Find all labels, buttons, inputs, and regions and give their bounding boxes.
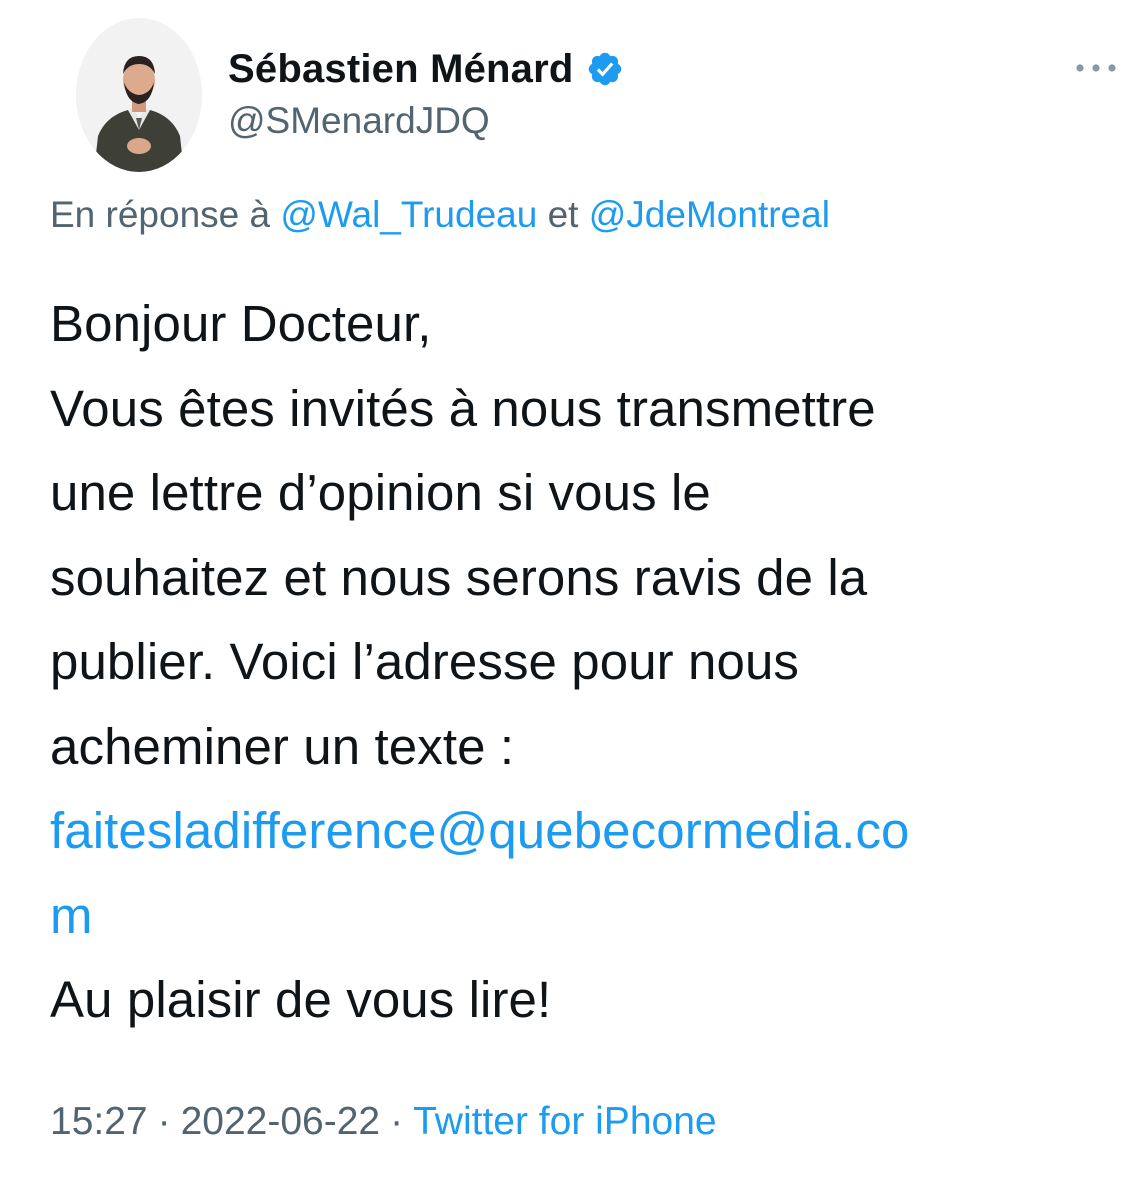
tweet-line: Vous êtes invités à nous transmettre [50,379,876,437]
mention-jdemontreal[interactable]: @JdeMontreal [589,194,830,235]
reply-prefix: En réponse à [50,194,271,235]
more-horizontal-icon[interactable] [1074,54,1118,82]
tweet-line: publier. Voici l’adresse pour nous [50,633,800,690]
reply-context: En réponse à @Wal_Trudeau et @JdeMontrea… [50,194,830,236]
author-handle[interactable]: @SMenardJDQ [228,100,624,142]
avatar[interactable] [76,18,202,172]
name-row: Sébastien Ménard [228,42,624,96]
tweet-time[interactable]: 15:27 [50,1100,148,1143]
verified-badge-icon [586,50,624,88]
tweet-text: Bonjour Docteur, Vous êtes invités à nou… [50,282,1130,1043]
reply-conjunction: et [547,194,579,235]
tweet-line: Bonjour Docteur, [50,295,432,352]
meta-separator: · [390,1100,404,1143]
tweet-date[interactable]: 2022-06-22 [181,1100,381,1143]
tweet-card: Sébastien Ménard @SMenardJDQ En réponse … [0,0,1148,1186]
email-link[interactable]: faitesladifference@quebecormedia.co [50,789,1130,874]
tweet-meta: 15:27 · 2022-06-22 · Twitter for iPhone [50,1100,717,1144]
email-link-continued[interactable]: m [50,874,1130,959]
tweet-source[interactable]: Twitter for iPhone [413,1100,716,1143]
tweet-line: acheminer un texte : [50,717,515,775]
tweet-closing: Au plaisir de vous lire! [50,971,552,1028]
meta-separator: · [157,1100,171,1143]
tweet-line: une lettre d’opinion si vous le [50,464,711,521]
mention-wal-trudeau[interactable]: @Wal_Trudeau [280,194,537,235]
author-block: Sébastien Ménard @SMenardJDQ [228,42,624,142]
display-name[interactable]: Sébastien Ménard [228,47,574,92]
tweet-line: souhaitez et nous serons ravis de la [50,548,868,606]
profile-photo [76,18,202,172]
